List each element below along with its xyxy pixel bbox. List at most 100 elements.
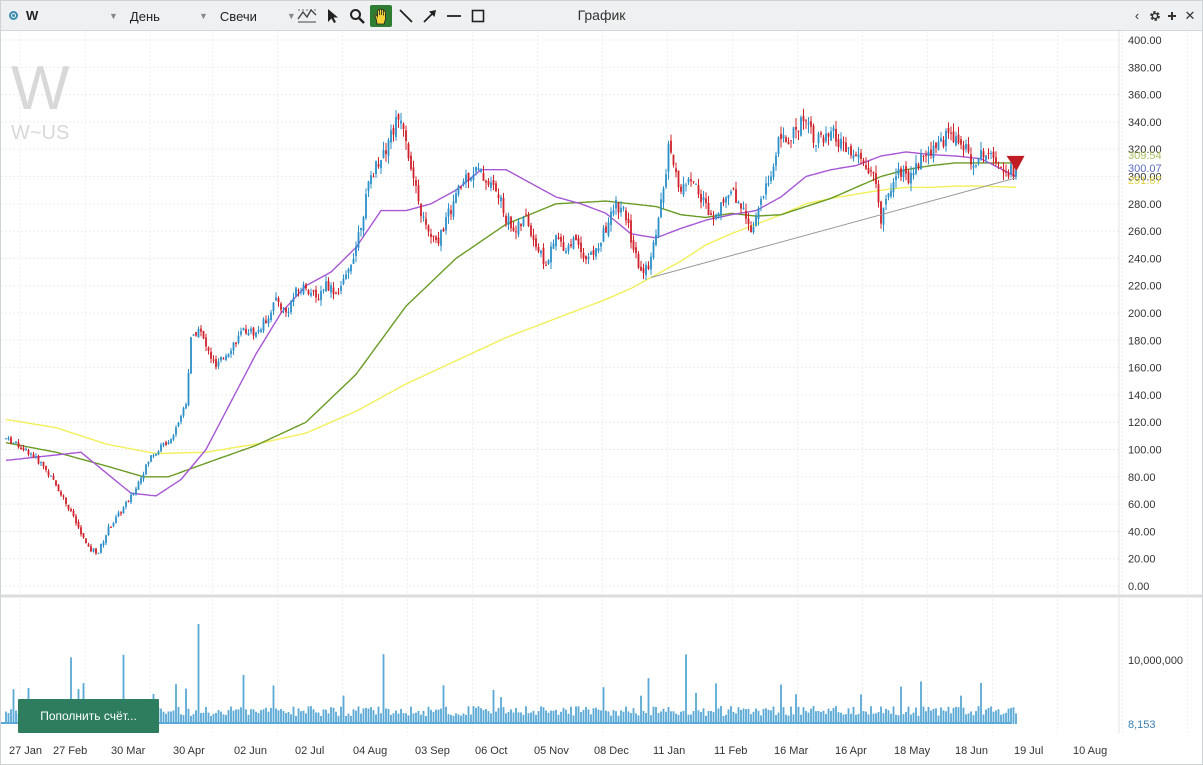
volume-bar xyxy=(302,710,305,724)
volume-bar xyxy=(195,710,197,724)
candle xyxy=(110,526,112,528)
volume-bar xyxy=(312,709,315,724)
candle xyxy=(692,181,695,183)
volume-bar xyxy=(585,706,587,724)
candle xyxy=(615,199,617,209)
arrow-tool-button[interactable] xyxy=(419,5,441,27)
volume-bar xyxy=(602,687,605,724)
candle xyxy=(545,264,547,266)
watermark-ticker: W~US xyxy=(11,122,69,144)
time-tick-label: 27 Feb xyxy=(53,745,87,757)
candle xyxy=(10,437,12,444)
volume-bar xyxy=(10,709,12,724)
time-tick-label: 11 Jan xyxy=(653,745,685,757)
link-button[interactable] xyxy=(1163,1,1181,30)
candle xyxy=(130,494,132,503)
rectangle-tool-button[interactable] xyxy=(467,5,489,27)
candle xyxy=(892,181,895,193)
chart-type-select[interactable]: ▼ Свечи ▼ xyxy=(199,5,296,27)
candle xyxy=(657,217,660,238)
period-label: День xyxy=(129,8,160,24)
candlesticks xyxy=(5,108,1017,555)
volume-bar xyxy=(227,710,230,724)
candle xyxy=(637,253,640,268)
candle xyxy=(975,164,977,166)
volume-bar xyxy=(745,709,747,724)
candle xyxy=(850,146,852,156)
candle xyxy=(895,176,897,181)
volume-bar xyxy=(697,710,700,724)
candle xyxy=(952,131,955,142)
volume-bar xyxy=(747,708,750,724)
candle xyxy=(260,329,262,332)
candle xyxy=(317,298,320,300)
candle xyxy=(585,256,587,260)
candle xyxy=(187,372,190,406)
time-tick-label: 16 Mar xyxy=(774,745,809,757)
candle xyxy=(932,145,935,159)
candle xyxy=(125,502,127,507)
candle xyxy=(217,361,220,367)
symbol-label: W xyxy=(26,8,39,23)
volume-bar xyxy=(955,706,957,724)
horizontal-line-button[interactable] xyxy=(443,5,465,27)
candle xyxy=(882,207,885,225)
candle xyxy=(667,143,670,172)
hand-button[interactable] xyxy=(370,5,392,27)
candle xyxy=(70,509,72,511)
candle xyxy=(497,194,500,198)
volume-bar xyxy=(695,692,697,724)
deposit-account-button[interactable]: Пополнить счёт... xyxy=(18,699,159,733)
candle xyxy=(972,165,975,168)
candle xyxy=(120,512,122,514)
volume-bar xyxy=(442,685,445,724)
period-select[interactable]: ▼ День xyxy=(109,5,160,27)
candle xyxy=(167,442,170,445)
price-chart[interactable]: W W~US 400.00380.00360.00340.00320.00300… xyxy=(1,31,1202,764)
candle xyxy=(312,290,315,292)
candle xyxy=(360,228,362,230)
volume-bar xyxy=(277,710,280,724)
candle xyxy=(62,495,65,497)
candle xyxy=(142,474,145,479)
candle xyxy=(807,122,810,125)
volume-bar xyxy=(770,710,772,724)
window-title: График xyxy=(577,7,626,23)
volume-bar xyxy=(782,707,785,724)
candle xyxy=(345,274,347,280)
candle xyxy=(947,127,950,133)
candle xyxy=(742,207,745,210)
volume-bar xyxy=(612,710,615,724)
line-icon xyxy=(399,9,413,23)
close-button[interactable]: ✕ xyxy=(1181,1,1199,30)
candle xyxy=(825,133,827,142)
zoom-button[interactable] xyxy=(346,5,368,27)
line-tool-button[interactable] xyxy=(395,5,417,27)
candle xyxy=(135,488,137,494)
candle xyxy=(995,157,997,164)
settings-button[interactable] xyxy=(1146,1,1164,30)
volume-bar xyxy=(242,674,245,724)
candle xyxy=(30,453,32,455)
volume-bar xyxy=(960,695,962,724)
candle xyxy=(272,302,275,312)
candle xyxy=(650,256,652,270)
volume-bar xyxy=(372,710,375,724)
cursor-button[interactable] xyxy=(322,5,344,27)
candle xyxy=(735,189,737,203)
indicators-button[interactable] xyxy=(296,5,318,27)
volume-bar xyxy=(325,709,327,724)
volume-bar xyxy=(260,710,262,724)
candle xyxy=(352,258,355,264)
time-tick-label: 18 May xyxy=(894,745,931,757)
symbol-selector[interactable]: W xyxy=(9,1,38,30)
collapse-button[interactable]: ‹ xyxy=(1128,1,1146,30)
candle xyxy=(422,216,425,219)
volume-bar xyxy=(957,707,960,724)
candle xyxy=(837,139,840,148)
candle xyxy=(195,332,197,336)
volume-bar xyxy=(205,707,207,724)
candle xyxy=(795,126,797,130)
volume-bar xyxy=(550,710,552,724)
candle xyxy=(412,167,415,179)
